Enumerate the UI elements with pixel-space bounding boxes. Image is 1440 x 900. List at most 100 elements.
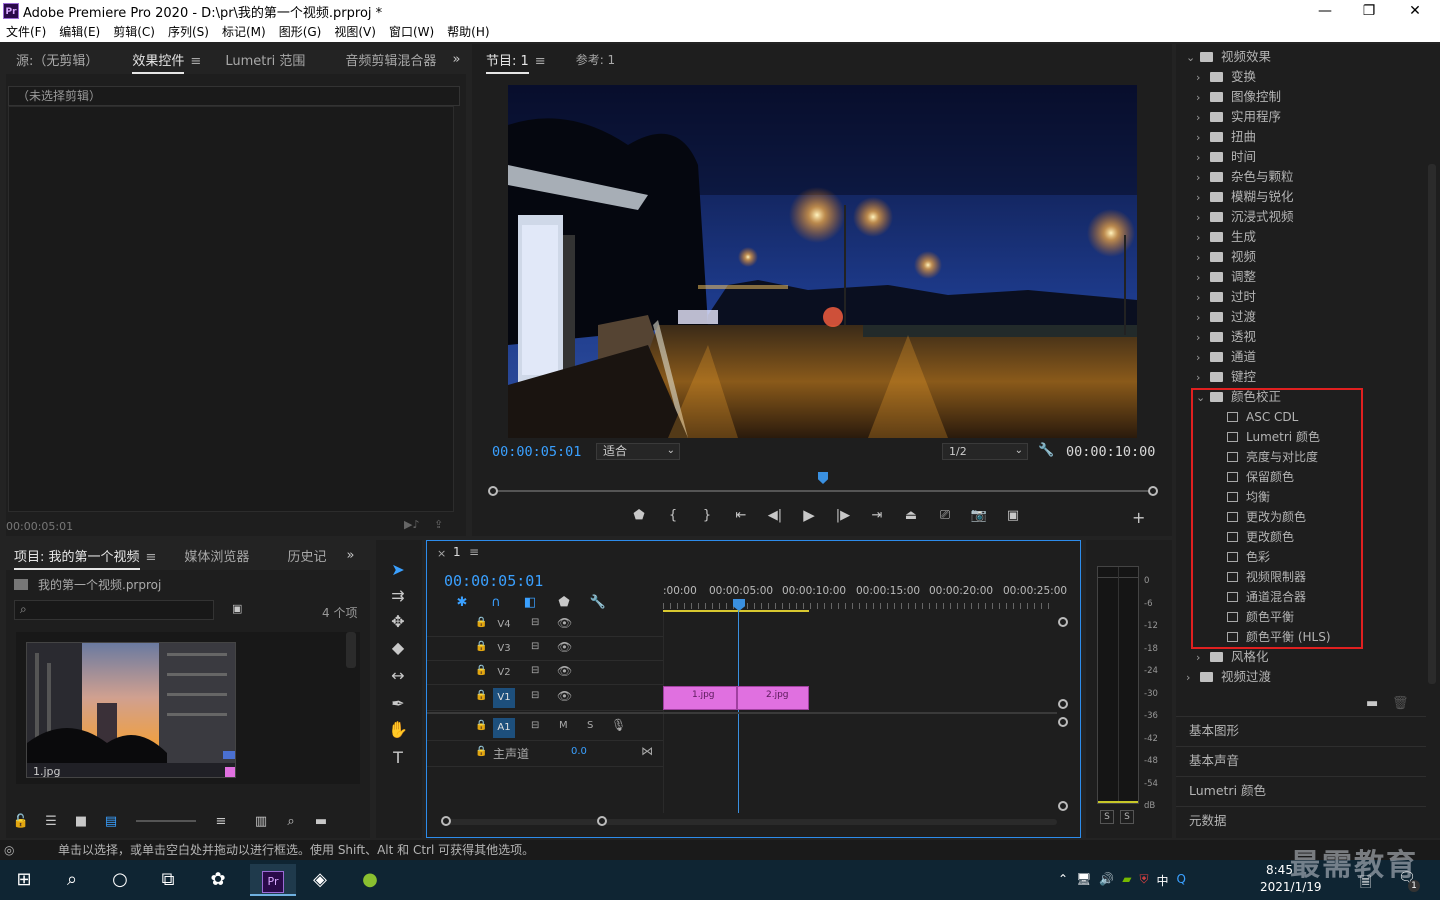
icon-view-icon[interactable]: ■	[66, 814, 96, 829]
menu-graphics[interactable]: 图形(G)	[279, 22, 322, 42]
type-tool-icon[interactable]: T	[386, 746, 410, 770]
freeform-view-icon[interactable]: ▤	[96, 814, 126, 829]
ime-indicator[interactable]: 中	[1157, 872, 1169, 889]
project-search-input[interactable]: ⌕	[14, 600, 214, 620]
chevron-right-icon[interactable]: »	[452, 52, 460, 67]
tab-program[interactable]: 节目: 1 ≡	[476, 50, 556, 74]
shield-icon[interactable]: ⛨	[1139, 872, 1148, 889]
track-label-v2[interactable]: V2	[493, 665, 515, 681]
panel-menu-icon[interactable]: ≡	[469, 545, 479, 559]
effect-category[interactable]: › 过时	[1196, 287, 1256, 307]
effect-category[interactable]: › 模糊与锐化	[1196, 187, 1294, 207]
microphone-icon[interactable]: 🎙	[611, 718, 626, 732]
resolution-select[interactable]: 1/2 ⌄	[942, 443, 1028, 460]
eye-icon[interactable]: 👁	[557, 689, 572, 703]
notepad-app-icon[interactable]: ◈	[300, 864, 340, 896]
delete-icon[interactable]: 🗑	[1392, 696, 1409, 711]
automate-icon[interactable]: ▥	[246, 814, 276, 829]
minimize-button[interactable]: —	[1302, 0, 1348, 22]
work-area-bar[interactable]	[663, 610, 809, 612]
time-ruler[interactable]: :00:00 00:00:05:00 00:00:10:00 00:00:15:…	[663, 581, 1067, 613]
menu-marker[interactable]: 标记(M)	[222, 22, 266, 42]
go-to-end-icon[interactable]: ⋈	[641, 744, 653, 758]
track-v3[interactable]: 🔒 V3 ⊟ 👁	[427, 637, 663, 661]
master-volume-value[interactable]: 0.0	[571, 746, 587, 757]
task-view-icon[interactable]: ⧉	[148, 864, 188, 896]
notes-icon[interactable]: 🗏	[1360, 872, 1371, 896]
camera-icon[interactable]: 📷	[962, 508, 996, 523]
solo-button[interactable]: S	[587, 720, 593, 731]
hand-tool-icon[interactable]: ✋	[386, 718, 410, 742]
lock-icon[interactable]: 🔒	[475, 720, 487, 731]
volume-icon[interactable]: 🔊	[1099, 872, 1114, 889]
solo-right-button[interactable]: S	[1120, 810, 1134, 824]
menu-window[interactable]: 窗口(W)	[389, 22, 434, 42]
menu-view[interactable]: 视图(V)	[334, 22, 376, 42]
eye-icon[interactable]: 👁	[557, 664, 572, 678]
track-master[interactable]: 🔒 主声道 0.0 ⋈	[427, 741, 663, 767]
lock-icon[interactable]: 🔓	[6, 814, 36, 829]
effect-category[interactable]: › 实用程序	[1196, 107, 1281, 127]
film-sync-icon[interactable]: ⊟	[531, 690, 539, 701]
chevron-right-icon[interactable]: »	[346, 548, 354, 563]
eye-icon[interactable]: 👁	[557, 616, 572, 630]
effect-category[interactable]: › 变换	[1196, 67, 1256, 87]
sort-icon[interactable]: ≡	[206, 814, 236, 829]
effects-scrollbar[interactable]	[1428, 164, 1436, 684]
vertical-zoom-knob[interactable]	[1058, 717, 1068, 727]
eye-icon[interactable]: 👁	[557, 640, 572, 654]
film-sync-icon[interactable]: ⊟	[531, 617, 539, 628]
panel-menu-icon[interactable]: ≡	[535, 54, 546, 69]
program-current-timecode[interactable]: 00:00:05:01	[492, 444, 581, 460]
effects-root-video-transitions[interactable]: › 视频过渡	[1186, 667, 1271, 687]
track-v4[interactable]: 🔒 V4 ⊟ 👁	[427, 613, 663, 637]
tab-audio-clip-mixer[interactable]: 音频剪辑混合器	[335, 50, 446, 69]
ball-app-icon[interactable]: ●	[350, 864, 390, 896]
track-v1[interactable]: 🔒 V1 ⊟ 👁	[427, 685, 663, 711]
new-bin-from-search-icon[interactable]: ▣	[232, 602, 242, 615]
nest-icon[interactable]: ✱	[445, 595, 479, 610]
effect-category[interactable]: › 通道	[1196, 347, 1256, 367]
vertical-zoom-knob[interactable]	[1058, 617, 1068, 627]
panel-metadata[interactable]: 元数据	[1176, 806, 1426, 834]
snap-icon[interactable]: ∩	[479, 595, 513, 610]
effect-category[interactable]: › 调整	[1196, 267, 1256, 287]
new-custom-bin-icon[interactable]: ▬	[1366, 696, 1378, 711]
tab-lumetri-scopes[interactable]: Lumetri 范围	[215, 50, 315, 69]
zoom-slider[interactable]	[136, 820, 196, 822]
new-bin-icon[interactable]: ▬	[306, 814, 336, 829]
solo-left-button[interactable]: S	[1100, 810, 1114, 824]
effect-category[interactable]: › 杂色与颗粒	[1196, 167, 1294, 187]
track-select-tool-icon[interactable]: ⇉	[386, 584, 410, 608]
tab-history[interactable]: 历史记	[277, 546, 336, 565]
clock-time[interactable]: 8:45	[1266, 863, 1293, 877]
scroll-left-knob[interactable]	[441, 816, 451, 826]
add-button-icon[interactable]: +	[1132, 508, 1145, 527]
taskbar-premiere-icon[interactable]: Pr	[250, 864, 296, 896]
tab-project[interactable]: 项目: 我的第一个视频 ≡	[6, 546, 166, 570]
mark-out-icon[interactable]: }	[690, 508, 724, 523]
export-icon[interactable]: ⇪	[434, 518, 443, 531]
effect-category[interactable]: › 时间	[1196, 147, 1256, 167]
close-sequence-icon[interactable]: ×	[437, 547, 446, 560]
lock-icon[interactable]: 🔒	[475, 641, 487, 652]
scrub-start-knob[interactable]	[488, 486, 498, 496]
program-playhead[interactable]	[818, 472, 828, 484]
vertical-zoom-knob[interactable]	[1058, 801, 1068, 811]
close-button[interactable]: ✕	[1392, 0, 1438, 22]
lock-icon[interactable]: 🔒	[475, 690, 487, 701]
effect-category[interactable]: › 扭曲	[1196, 127, 1256, 147]
tab-effect-controls[interactable]: 效果控件 ≡	[122, 50, 211, 74]
network-icon[interactable]: 🖥	[1076, 872, 1091, 889]
track-label-v3[interactable]: V3	[493, 641, 515, 657]
menu-help[interactable]: 帮助(H)	[447, 22, 489, 42]
step-forward-icon[interactable]: |▶	[826, 508, 860, 523]
find-icon[interactable]: ⌕	[276, 814, 306, 829]
mark-in-icon[interactable]: {	[656, 508, 690, 523]
panel-lumetri-color[interactable]: Lumetri 颜色	[1176, 776, 1426, 804]
add-marker-icon[interactable]: ⬟	[622, 508, 656, 523]
search-icon[interactable]: ⌕	[52, 864, 92, 896]
menu-sequence[interactable]: 序列(S)	[168, 22, 209, 42]
lock-icon[interactable]: 🔒	[475, 746, 487, 757]
selection-tool-icon[interactable]: ➤	[386, 558, 410, 582]
